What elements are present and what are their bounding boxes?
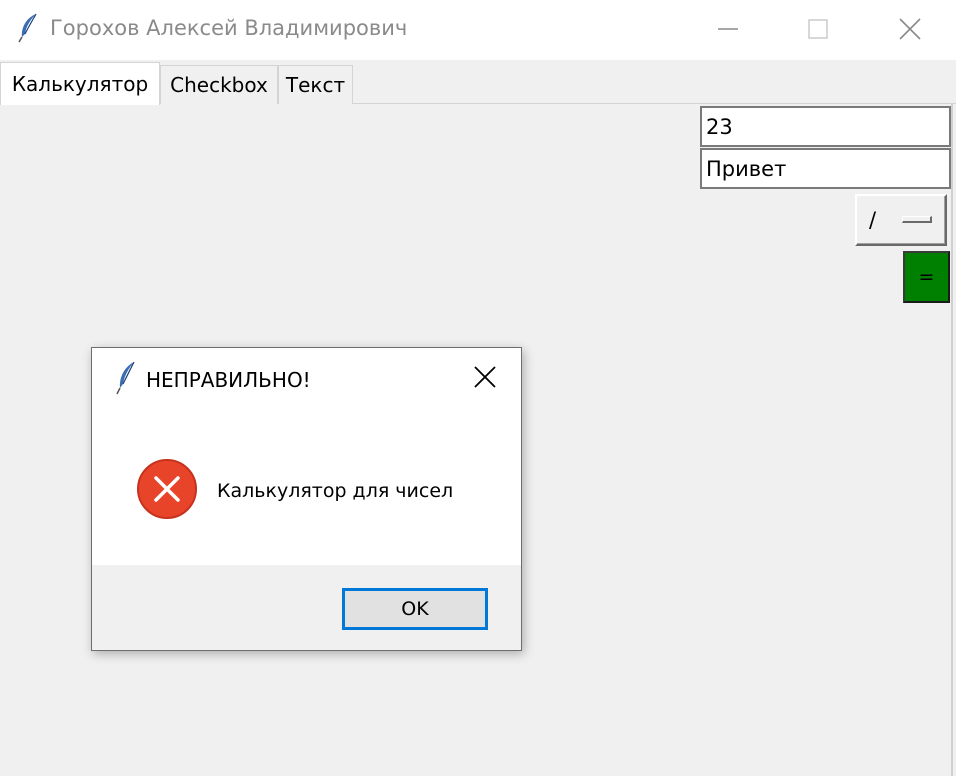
- app-window: Горохов Алексей Владимирович Калькулятор…: [0, 0, 956, 776]
- minimize-button[interactable]: [682, 0, 774, 58]
- close-icon: [899, 18, 921, 40]
- ok-button[interactable]: OK: [342, 588, 488, 630]
- dialog-message: Калькулятор для чисел: [217, 480, 454, 502]
- tab-calculator[interactable]: Калькулятор: [0, 62, 160, 105]
- tab-checkbox[interactable]: Checkbox: [160, 65, 278, 104]
- feather-icon: [116, 361, 135, 395]
- panel-border: [951, 104, 953, 776]
- tab-text[interactable]: Текст: [278, 65, 353, 104]
- dialog-close-icon[interactable]: [472, 364, 498, 390]
- number-input-1[interactable]: [700, 106, 951, 147]
- operation-select[interactable]: /: [855, 194, 947, 246]
- maximize-icon: [808, 19, 828, 39]
- error-dialog: НЕПРАВИЛЬНО! Калькулятор для чисел OK: [91, 347, 522, 651]
- number-input-2[interactable]: [700, 148, 951, 189]
- maximize-button[interactable]: [772, 0, 864, 58]
- dialog-title: НЕПРАВИЛЬНО!: [146, 368, 311, 392]
- operation-value: /: [869, 208, 877, 232]
- equals-button[interactable]: =: [903, 251, 950, 303]
- error-icon: [137, 459, 197, 519]
- close-button[interactable]: [864, 0, 956, 58]
- dialog-footer: OK: [92, 565, 521, 650]
- minimize-icon: [718, 28, 738, 30]
- title-bar[interactable]: Горохов Алексей Владимирович: [0, 0, 956, 60]
- feather-icon: [18, 13, 37, 43]
- dropdown-indicator-icon: [902, 216, 932, 223]
- window-title: Горохов Алексей Владимирович: [50, 16, 408, 40]
